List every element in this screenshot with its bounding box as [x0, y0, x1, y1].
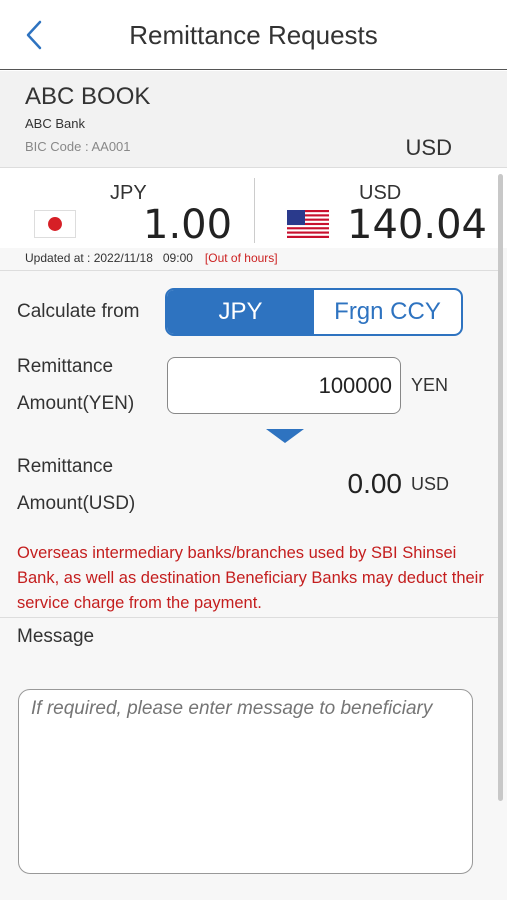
message-input[interactable] [18, 689, 473, 874]
calculate-from-toggle[interactable]: JPY Frgn CCY [165, 288, 463, 336]
account-panel: ABC BOOK ABC Bank BIC Code : AA001 USD [0, 71, 507, 168]
remittance-yen-label-line1: Remittance [17, 356, 114, 377]
account-bic-code: BIC Code : AA001 [25, 139, 131, 154]
rate-usd-value: 140.04 [347, 202, 487, 248]
rate-jpy-currency: JPY [110, 182, 147, 204]
remittance-amount-yen-input[interactable] [167, 357, 401, 414]
rate-jpy-value: 1.00 [143, 202, 233, 248]
market-status: [Out of hours] [204, 251, 278, 265]
service-charge-notice: Overseas intermediary banks/branches use… [17, 544, 484, 612]
rate-updated-at: Updated at : 2022/11/18 09:00 [25, 251, 193, 265]
toggle-jpy[interactable]: JPY [167, 290, 314, 334]
remittance-usd-label-line1: Remittance [17, 456, 114, 477]
yen-unit: YEN [411, 375, 449, 395]
app-header: Remittance Requests [0, 0, 507, 70]
japan-flag-icon [34, 210, 76, 238]
account-name: ABC BOOK [25, 83, 151, 110]
remittance-amount-usd-value: 0.00 [347, 468, 403, 499]
rate-update-info: Updated at : 2022/11/18 09:00 [Out of hou… [25, 251, 278, 265]
rate-usd: USD 140.04 [255, 168, 507, 248]
divider [0, 270, 500, 271]
convert-arrow-icon [266, 429, 304, 443]
account-currency: USD [405, 135, 452, 160]
remittance-yen-label-line2: Amount(YEN) [17, 393, 135, 414]
message-label: Message [17, 626, 95, 647]
usd-unit: USD [411, 474, 450, 494]
page-title: Remittance Requests [129, 20, 378, 50]
scrollbar[interactable] [498, 174, 503, 801]
calculate-from-label: Calculate from [17, 301, 140, 322]
us-flag-icon [287, 210, 329, 238]
remittance-usd-label-line2: Amount(USD) [17, 493, 136, 514]
account-bank: ABC Bank [25, 116, 85, 131]
rate-jpy: JPY 1.00 [0, 168, 254, 248]
exchange-rate-panel: JPY 1.00 USD 140.04 [0, 168, 507, 248]
form-content[interactable]: JPY 1.00 USD 140.04 Updated at: 2022/11… [0, 168, 507, 900]
toggle-foreign-currency[interactable]: Frgn CCY [314, 290, 461, 334]
